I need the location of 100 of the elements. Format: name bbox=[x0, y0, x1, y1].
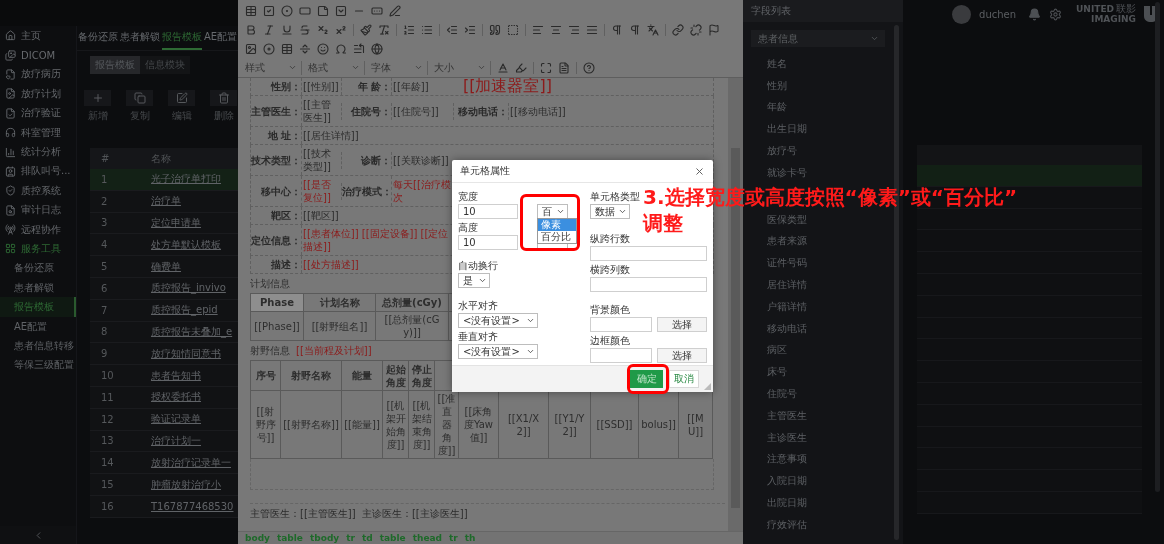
bold-icon[interactable] bbox=[245, 24, 257, 37]
align-right-icon[interactable] bbox=[568, 24, 580, 37]
globe-icon[interactable] bbox=[371, 42, 383, 55]
dropdown-option[interactable]: 像素 bbox=[538, 219, 576, 231]
omega-icon[interactable] bbox=[335, 42, 347, 55]
table-icon[interactable] bbox=[245, 5, 257, 18]
table-row[interactable]: 16 T167877468530 bbox=[90, 495, 238, 518]
bell-icon[interactable] bbox=[1028, 7, 1042, 21]
textarea-icon[interactable] bbox=[317, 5, 329, 18]
justify-icon[interactable] bbox=[586, 24, 598, 37]
pilcrow-icon[interactable] bbox=[611, 24, 623, 37]
nav-subitem[interactable]: 报告模板 bbox=[0, 297, 76, 317]
strikethrough-icon[interactable] bbox=[299, 24, 311, 37]
tab[interactable]: 患者解锁 bbox=[120, 26, 160, 50]
table-row[interactable]: 9 放疗知情同意书 bbox=[90, 343, 238, 366]
pilcrow-icon[interactable] bbox=[629, 24, 641, 37]
flag-icon[interactable] bbox=[708, 24, 720, 37]
resize-grip-icon[interactable] bbox=[704, 383, 711, 390]
format-dropdown[interactable]: 格式 bbox=[308, 60, 365, 75]
field-item[interactable]: 性别 bbox=[767, 74, 787, 97]
pen-icon[interactable] bbox=[389, 5, 401, 18]
nav-subitem[interactable]: 等保三级配置 bbox=[0, 355, 76, 376]
settings-icon[interactable] bbox=[1049, 7, 1063, 21]
table-row[interactable]: 7 质控报告_epid bbox=[90, 299, 238, 322]
maximize-icon[interactable] bbox=[540, 61, 552, 74]
field-item[interactable]: 移动电话 bbox=[767, 317, 807, 340]
choose-button[interactable]: 选择 bbox=[657, 317, 707, 332]
field-item[interactable]: 年龄 bbox=[767, 96, 787, 119]
field-item[interactable]: 证件号码 bbox=[767, 252, 807, 275]
color-field[interactable] bbox=[590, 348, 652, 363]
input-field[interactable] bbox=[590, 246, 707, 261]
nav-item[interactable]: 统计分析 bbox=[0, 142, 76, 162]
align-left-icon[interactable] bbox=[532, 24, 544, 37]
nav-item[interactable]: 主页 bbox=[0, 26, 76, 46]
template-link[interactable]: 质控报告未叠加_e bbox=[151, 324, 233, 339]
template-link[interactable]: 患者告知书 bbox=[151, 368, 201, 383]
table-row[interactable]: 5 确费单 bbox=[90, 256, 238, 278]
numbered-list-icon[interactable] bbox=[403, 24, 415, 37]
template-link[interactable]: 验证记录单 bbox=[151, 412, 201, 427]
table-row[interactable]: 11 授权委托书 bbox=[90, 386, 238, 409]
quote-icon[interactable] bbox=[489, 24, 501, 37]
table-row[interactable]: 10 患者告知书 bbox=[90, 365, 238, 387]
template-link[interactable]: 治疗单 bbox=[151, 194, 181, 209]
template-link[interactable]: 光子治疗单打印 bbox=[151, 172, 221, 187]
nav-item[interactable]: 治疗验证 bbox=[0, 103, 76, 123]
template-link[interactable]: 肿瘤放射治疗小 bbox=[151, 477, 221, 492]
field-item[interactable]: 主诊医生 bbox=[767, 426, 807, 449]
input-field[interactable] bbox=[590, 277, 707, 292]
select-field[interactable]: 是 bbox=[458, 273, 490, 288]
choose-button[interactable]: 选择 bbox=[657, 348, 707, 363]
nav-subitem[interactable]: 患者解锁 bbox=[0, 278, 76, 298]
field-item[interactable]: 患者来源 bbox=[767, 230, 807, 253]
link-icon[interactable] bbox=[672, 24, 684, 37]
select-icon[interactable] bbox=[335, 5, 347, 18]
field-item[interactable]: 放疗号 bbox=[767, 140, 797, 162]
field-item[interactable]: 医保类型 bbox=[767, 208, 807, 231]
template-link[interactable]: 放疗知情同意书 bbox=[151, 346, 221, 361]
template-link[interactable]: 定位申请单 bbox=[151, 216, 201, 230]
table-row[interactable]: 12 验证记录单 bbox=[90, 408, 238, 431]
nav-subitem[interactable]: 备份还原 bbox=[0, 258, 76, 279]
subscript-icon[interactable] bbox=[317, 24, 329, 37]
dashed-square-icon[interactable] bbox=[507, 24, 519, 37]
field-item[interactable]: 入院日期 bbox=[767, 470, 807, 493]
table-row[interactable]: 8 质控报告未叠加_e bbox=[90, 321, 238, 344]
field-item[interactable]: 居住详情 bbox=[767, 274, 807, 296]
nav-subitem[interactable]: 患者信息转移 bbox=[0, 336, 76, 356]
nav-item[interactable]: DICOM bbox=[0, 45, 76, 65]
nav-item[interactable]: 科室管理 bbox=[0, 122, 76, 143]
input-field[interactable]: 10 bbox=[458, 204, 518, 219]
nav-subitem[interactable]: AE配置 bbox=[0, 316, 76, 337]
cancel-button[interactable]: 取消 bbox=[669, 370, 699, 388]
tab[interactable]: 备份还原 bbox=[78, 26, 118, 50]
format-dropdown[interactable]: 大小 bbox=[434, 60, 491, 75]
nav-item[interactable]: 远程协作 bbox=[0, 219, 76, 240]
field-item[interactable]: 就诊卡号 bbox=[767, 162, 807, 184]
document-icon[interactable] bbox=[558, 61, 570, 74]
format-dropdown[interactable]: 样式 bbox=[245, 60, 302, 75]
language-icon[interactable] bbox=[647, 24, 659, 37]
table-row[interactable]: 15 肿瘤放射治疗小 bbox=[90, 474, 238, 496]
table-row[interactable]: 1 光子治疗单打印 bbox=[90, 169, 238, 191]
template-link[interactable]: 质控报告_invivo bbox=[151, 281, 226, 296]
select-field[interactable]: 数据 bbox=[590, 204, 630, 219]
smiley-icon[interactable] bbox=[317, 42, 329, 55]
outdent-icon[interactable] bbox=[446, 24, 458, 37]
checkbox-icon[interactable] bbox=[263, 5, 275, 18]
select-field[interactable]: <没有设置> bbox=[458, 313, 538, 328]
clear-format-icon[interactable] bbox=[378, 24, 390, 37]
template-link[interactable]: 授权委托书 bbox=[151, 390, 201, 405]
field-item[interactable]: 姓名 bbox=[767, 53, 787, 75]
template-link[interactable]: T167877468530 bbox=[151, 500, 234, 512]
superscript-icon[interactable] bbox=[335, 24, 347, 37]
field-item[interactable]: 户籍详情 bbox=[767, 295, 807, 318]
text-field-icon[interactable] bbox=[299, 5, 311, 18]
table-row[interactable]: 4 处方单默认模板 bbox=[90, 234, 238, 257]
bullet-list-icon[interactable] bbox=[421, 24, 433, 37]
italic-icon[interactable] bbox=[263, 24, 275, 37]
field-item[interactable]: 疗效评估 bbox=[767, 513, 807, 536]
indent-icon[interactable] bbox=[464, 24, 476, 37]
highlighter-icon[interactable] bbox=[515, 61, 527, 74]
table-row[interactable]: 3 定位申请单 bbox=[90, 212, 238, 235]
